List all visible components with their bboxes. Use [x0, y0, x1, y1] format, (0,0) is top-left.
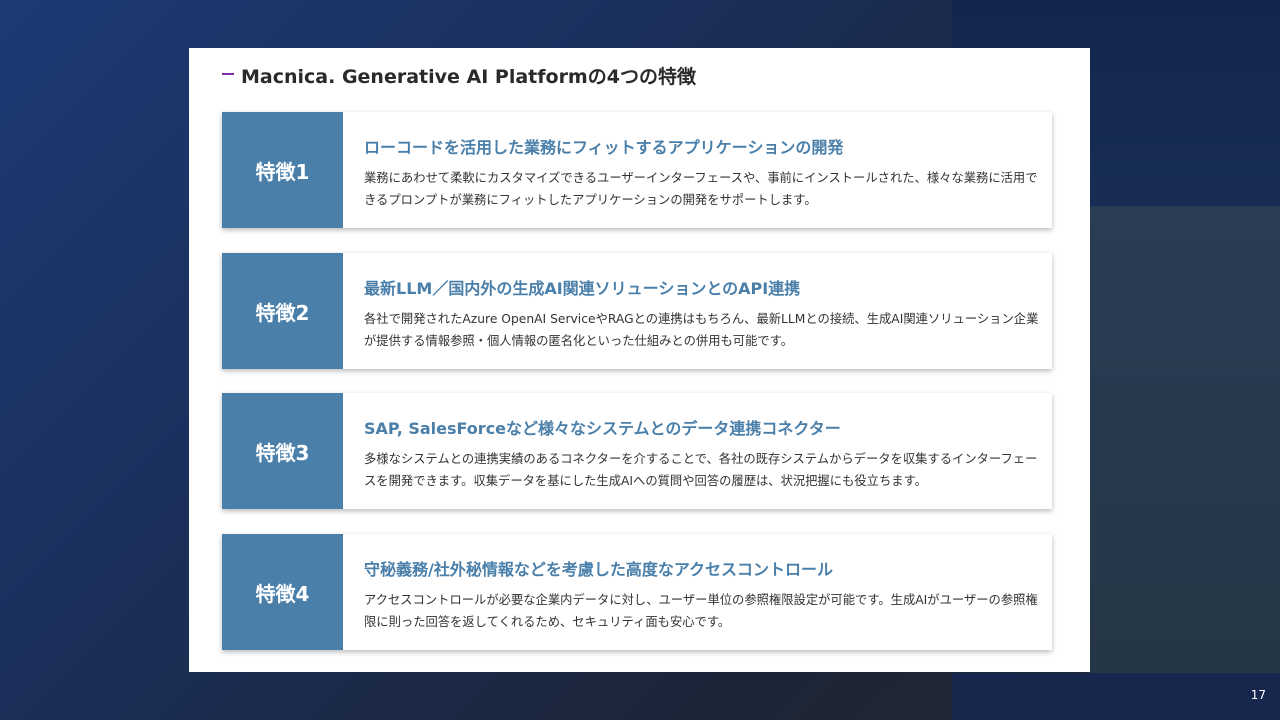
- feature-label: 特徴2: [222, 253, 343, 369]
- feature-description: 多様なシステムとの連携実績のあるコネクターを介することで、各社の既存システムから…: [364, 452, 1038, 488]
- feature-card-3: 特徴3 SAP, SalesForceなど様々なシステムとのデータ連携コネクター…: [222, 393, 1052, 509]
- feature-description: 各社で開発されたAzure OpenAI ServiceやRAGとの連携はもちろ…: [364, 312, 1039, 348]
- slide-title: Macnica. Generative AI Platformの4つの特徴: [241, 65, 696, 88]
- page-number: 17: [1250, 688, 1266, 702]
- feature-description: 業務にあわせて柔軟にカスタマイズできるユーザーインターフェースや、事前にインスト…: [364, 171, 1038, 207]
- feature-label: 特徴4: [222, 534, 343, 650]
- slide-content: Macnica. Generative AI Platformの4つの特徴 特徴…: [189, 48, 1090, 672]
- slide-title-row: Macnica. Generative AI Platformの4つの特徴: [222, 62, 696, 88]
- feature-heading: SAP, SalesForceなど様々なシステムとのデータ連携コネクター: [364, 419, 841, 438]
- feature-label: 特徴1: [222, 112, 343, 228]
- feature-label: 特徴3: [222, 393, 343, 509]
- feature-description: アクセスコントロールが必要な企業内データに対し、ユーザー単位の参照権限設定が可能…: [364, 593, 1038, 629]
- feature-card-1: 特徴1 ローコードを活用した業務にフィットするアプリケーションの開発 業務にあわ…: [222, 112, 1052, 228]
- background-panel-middle: [1090, 206, 1280, 673]
- background-panel-bottom: [952, 673, 1280, 720]
- feature-card-4: 特徴4 守秘義務/社外秘情報などを考慮した高度なアクセスコントロール アクセスコ…: [222, 534, 1052, 650]
- feature-card-2: 特徴2 最新LLM／国内外の生成AI関連ソリューションとのAPI連携 各社で開発…: [222, 253, 1052, 369]
- feature-heading: ローコードを活用した業務にフィットするアプリケーションの開発: [364, 138, 844, 157]
- title-dash-icon: [222, 73, 234, 75]
- feature-heading: 守秘義務/社外秘情報などを考慮した高度なアクセスコントロール: [364, 560, 834, 579]
- feature-heading: 最新LLM／国内外の生成AI関連ソリューションとのAPI連携: [364, 279, 801, 298]
